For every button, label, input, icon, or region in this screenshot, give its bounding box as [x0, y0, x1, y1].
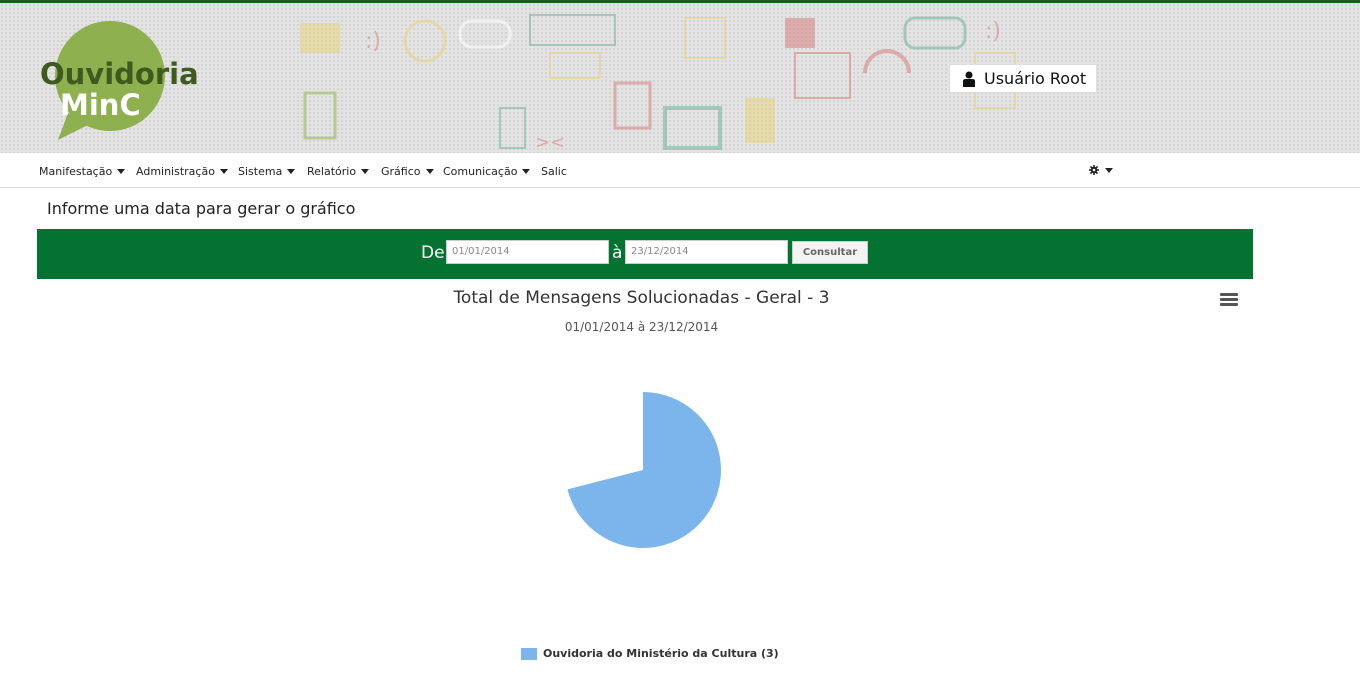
- pie-chart: [567, 392, 721, 548]
- gear-icon: [1089, 165, 1099, 175]
- consultar-button[interactable]: Consultar: [792, 241, 868, 264]
- date-to-input[interactable]: 23/12/2014: [625, 240, 788, 264]
- chart-title: Total de Mensagens Solucionadas - Geral …: [453, 288, 830, 308]
- user-name-label: Usuário Root: [984, 69, 1087, 88]
- svg-text:><: ><: [535, 132, 565, 153]
- caret-down-icon: [117, 168, 126, 174]
- caret-down-icon: [219, 168, 228, 174]
- logo-text-minc: MinC: [60, 88, 141, 122]
- nav-item-label: Gráfico: [381, 164, 421, 178]
- user-menu-button[interactable]: Usuário Root: [949, 64, 1097, 93]
- chart-menu-icon[interactable]: [1220, 293, 1238, 307]
- nav-item-label: Salic: [541, 164, 567, 178]
- nav-item-administracao[interactable]: Administração: [136, 163, 228, 179]
- chart-subtitle: 01/01/2014 à 23/12/2014: [564, 320, 719, 334]
- nav-item-grafico[interactable]: Gráfico: [381, 163, 434, 179]
- pie-slice-ouvidoria[interactable]: [567, 392, 721, 548]
- nav-item-label: Manifestação: [39, 164, 113, 178]
- main-navbar: Manifestação Administração Sistema Relat…: [0, 153, 1360, 188]
- nav-item-label: Relatório: [307, 164, 357, 178]
- nav-item-label: Sistema: [238, 164, 283, 178]
- nav-item-sistema[interactable]: Sistema: [238, 163, 296, 179]
- legend-item-label: Ouvidoria do Ministério da Cultura (3): [543, 647, 779, 660]
- date-from-input[interactable]: 01/01/2014: [446, 240, 609, 264]
- logo-text-ouvidoria: Ouvidoria: [40, 57, 199, 91]
- caret-down-icon: [522, 168, 531, 174]
- caret-down-icon: [425, 168, 434, 174]
- legend-swatch: [521, 647, 537, 660]
- from-label: De: [421, 243, 445, 263]
- nav-item-manifestacao[interactable]: Manifestação: [39, 163, 126, 179]
- chart-legend[interactable]: Ouvidoria do Ministério da Cultura (3): [521, 647, 779, 660]
- date-filter-bar: De 01/01/2014 à 23/12/2014 Consultar: [37, 229, 1253, 279]
- nav-item-label: Comunicação: [443, 164, 518, 178]
- site-header: :) :) >< Ouvidoria MinC Usuário Root: [0, 3, 1360, 153]
- caret-down-icon: [361, 168, 370, 174]
- nav-item-label: Administração: [136, 164, 215, 178]
- settings-menu[interactable]: [1089, 165, 1113, 175]
- user-icon: [963, 71, 975, 87]
- nav-item-comunicacao[interactable]: Comunicação: [443, 163, 531, 179]
- svg-text::): :): [985, 19, 1001, 44]
- caret-down-icon: [287, 168, 296, 174]
- caret-down-icon: [1105, 167, 1113, 173]
- nav-item-relatorio[interactable]: Relatório: [307, 163, 370, 179]
- nav-item-salic[interactable]: Salic: [541, 163, 567, 179]
- page-heading: Informe uma data para gerar o gráfico: [47, 199, 356, 218]
- ouvidoria-minc-logo: Ouvidoria MinC: [40, 21, 199, 140]
- to-label: à: [612, 243, 623, 263]
- svg-text::): :): [365, 29, 381, 54]
